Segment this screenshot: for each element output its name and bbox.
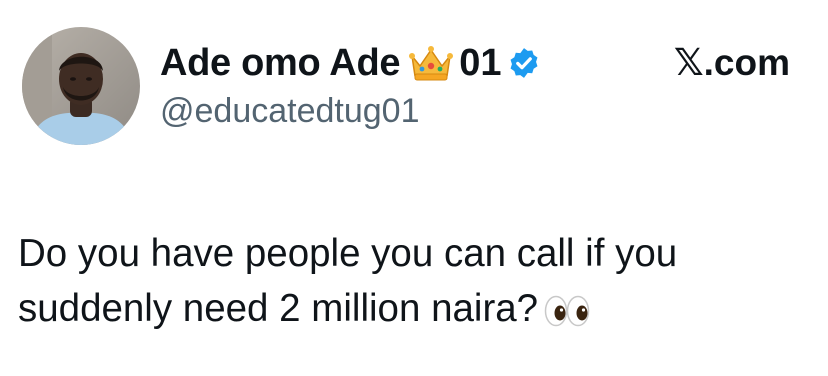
author-handle[interactable]: @educatedtug01 — [160, 94, 420, 128]
author-display-name[interactable]: Ade omo Ade — [160, 44, 401, 82]
avatar-image — [22, 27, 140, 145]
eyes-emoji-icon — [544, 287, 590, 327]
crown-icon — [409, 44, 454, 82]
source-label: 𝕏.com — [673, 42, 790, 83]
tweet-card: Ade omo Ade 01 @educatedtug01 𝕏.com Do y… — [0, 0, 828, 376]
avatar[interactable] — [22, 27, 140, 145]
author-name-suffix[interactable]: 01 — [459, 44, 501, 82]
author-name-row[interactable]: Ade omo Ade 01 — [160, 42, 541, 84]
tweet-text: Do you have people you can call if you s… — [18, 226, 808, 336]
verified-badge-icon — [507, 46, 541, 80]
